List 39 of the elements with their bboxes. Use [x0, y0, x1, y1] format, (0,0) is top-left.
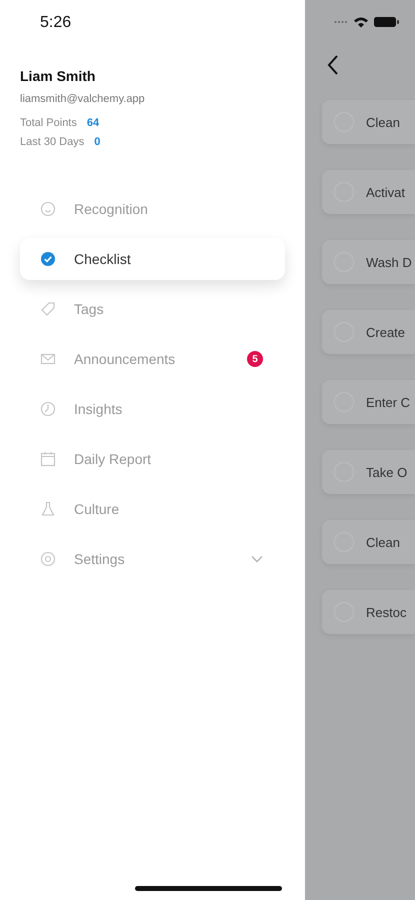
status-time: 5:26 [39, 13, 72, 33]
user-name: Liam Smith [20, 68, 96, 84]
task-label: Wash D [366, 254, 412, 270]
signal-icon [334, 20, 348, 24]
stat-value: 64 [86, 117, 100, 129]
task-row[interactable]: Wash D [322, 240, 415, 284]
task-row[interactable]: Create [322, 310, 415, 354]
menu-item[interactable]: Checklist [20, 238, 285, 280]
gear-icon [40, 551, 56, 567]
calendar-icon [40, 451, 56, 467]
menu-item[interactable]: Announcements 5 [20, 338, 285, 380]
task-label: Create [366, 324, 406, 340]
task-label: Clean [366, 114, 400, 130]
chevron-down-icon [251, 555, 263, 563]
clock-icon [40, 401, 56, 417]
task-row[interactable]: Activat [322, 170, 415, 214]
smiley-icon [40, 201, 56, 217]
tag-icon [40, 301, 56, 317]
task-label: Enter C [366, 394, 410, 410]
task-label: Take O [366, 464, 408, 480]
stat-value: 0 [94, 136, 100, 148]
wifi-icon [353, 16, 369, 28]
task-label: Activat [366, 184, 406, 200]
task-row[interactable]: Clean [322, 100, 415, 144]
task-row[interactable]: Restoc [322, 590, 415, 634]
count-badge: 5 [247, 351, 263, 367]
stat-label: Last 30 Days [20, 136, 84, 148]
battery-icon [374, 16, 400, 28]
task-row[interactable]: Clean [322, 520, 415, 564]
envelope-icon [40, 351, 56, 367]
back-icon[interactable] [327, 54, 339, 76]
task-row[interactable]: Take O [322, 450, 415, 494]
check-circle-icon [40, 251, 56, 267]
task-label: Restoc [366, 604, 406, 620]
user-email: liamsmith@valchemy.app [20, 93, 146, 105]
task-row[interactable]: Enter C [322, 380, 415, 424]
flask-icon [40, 501, 56, 517]
task-label: Clean [366, 534, 400, 550]
stat-label: Total Points [20, 117, 77, 129]
